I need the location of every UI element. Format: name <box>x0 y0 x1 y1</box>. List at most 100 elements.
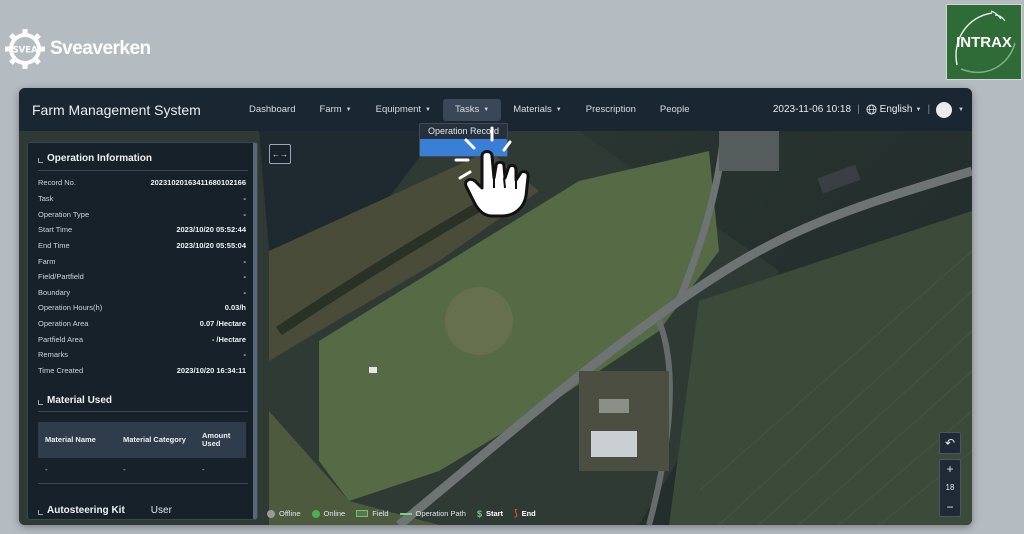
info-value: 2023/10/20 05:52:44 <box>176 225 246 235</box>
info-label: Field/Partfield <box>38 272 84 282</box>
path-line-icon <box>399 512 412 515</box>
globe-icon <box>866 104 877 115</box>
caret-down-icon: ▼ <box>483 106 490 113</box>
info-row: Remarks - <box>38 347 246 363</box>
sveaverken-brand-text: Sveaverken <box>50 38 151 59</box>
section-marker-icon <box>38 400 43 405</box>
table-cell: - <box>202 464 205 474</box>
table-row: - - - <box>38 458 246 480</box>
caret-down-icon: ▼ <box>915 106 922 113</box>
nav-materials[interactable]: Materials ▼ <box>501 99 574 121</box>
info-row: End Time 2023/10/20 05:55:04 <box>38 238 246 254</box>
nav-tasks[interactable]: Tasks ▼ <box>442 98 502 121</box>
nav-dashboard-label: Dashboard <box>249 104 296 115</box>
legend-label: Operation Path <box>415 509 466 518</box>
info-row: Record No. 2023102016341168010216​6 <box>38 175 246 191</box>
info-row: Task - <box>38 191 246 207</box>
info-label: Partfield Area <box>38 334 84 344</box>
user-avatar[interactable] <box>936 101 953 118</box>
online-dot-icon <box>311 509 320 518</box>
operation-info-rows: Record No. 2023102016341168010216​6 Task -… <box>38 175 246 378</box>
caret-down-icon: ▼ <box>555 106 562 113</box>
nav-people-label: People <box>659 104 690 115</box>
hand-pointer-icon <box>454 126 530 218</box>
info-row: Time Created 2023/10/20 16:34:11 <box>38 363 246 379</box>
autosteering-user-label: User <box>150 505 172 516</box>
info-row: Boundary - <box>38 284 246 300</box>
field-swatch-icon <box>356 510 369 517</box>
gear-logo-text: SVEA <box>12 46 38 56</box>
info-row: Field/Partfield - <box>38 269 246 285</box>
info-label: Boundary <box>38 287 71 297</box>
nav-farm[interactable]: Farm ▼ <box>307 99 363 121</box>
nav-prescription-label: Prescription <box>585 104 636 115</box>
info-value: - <box>243 350 247 360</box>
info-value: - <box>243 272 247 282</box>
info-value: - <box>243 209 247 219</box>
current-datetime: 2023-11-06 10:18 <box>772 104 852 115</box>
zoom-in-button[interactable]: + <box>946 460 953 478</box>
sveaverken-logo: SVEA Sveaverken <box>4 28 151 70</box>
legend-label: End <box>521 509 536 518</box>
nav-farm-label: Farm <box>319 104 342 115</box>
legend-operation-path: Operation Path <box>399 509 466 518</box>
expand-horizontal-icon[interactable]: ←→ <box>269 144 291 164</box>
caret-down-icon[interactable]: ▼ <box>958 107 964 113</box>
gear-logo-icon: SVEA <box>5 29 45 69</box>
caret-down-icon: ▼ <box>425 106 431 113</box>
topbar-right: 2023-11-06 10:18 | English ▼ | ▼ <box>773 88 964 131</box>
table-cell: - <box>45 464 48 474</box>
column-header: Material Name <box>45 435 96 444</box>
legend-field: Field <box>356 509 389 518</box>
separator: | <box>857 104 860 115</box>
language-selector[interactable]: English ▼ <box>866 104 922 115</box>
autosteering-title: Autosteering Kit <box>47 505 125 516</box>
legend-online: Online <box>311 509 346 518</box>
nav-dashboard[interactable]: Dashboard <box>237 99 307 121</box>
info-row: Operation Hours(h) 0.03/h <box>38 300 246 316</box>
info-value: 2023/10/20 05:55:04 <box>176 240 246 250</box>
legend-offline: Offline <box>267 509 301 518</box>
info-value: - <box>243 193 247 203</box>
info-row: Operation Type - <box>38 206 246 222</box>
intrax-logo: INTRAX <box>946 4 1022 80</box>
info-row: Start Time 2023/10/20 05:52:44 <box>38 222 246 238</box>
zoom-control: + 18 − <box>939 459 961 517</box>
divider <box>38 411 248 412</box>
info-label: Operation Hours(h) <box>38 303 103 313</box>
info-label: Record No. <box>38 178 76 188</box>
nav-people[interactable]: People <box>648 99 702 121</box>
info-label: Farm <box>38 256 56 266</box>
table-cell: - <box>123 464 126 474</box>
legend-end: ⟆ End <box>514 508 536 519</box>
zoom-out-button[interactable]: − <box>946 498 953 516</box>
nav-prescription[interactable]: Prescription <box>574 99 648 121</box>
undo-icon[interactable]: ↶ <box>939 432 961 454</box>
info-value: - /Hectare <box>211 334 246 344</box>
info-label: Remarks <box>38 350 69 360</box>
legend-label: Online <box>323 509 346 518</box>
caret-down-icon: ▼ <box>345 106 352 113</box>
nav-equipment-label: Equipment <box>375 104 422 115</box>
legend-label: Offline <box>279 509 301 518</box>
section-marker-icon <box>38 510 43 515</box>
divider <box>38 483 248 484</box>
info-row: Operation Area 0.07 /Hectare <box>38 316 246 332</box>
info-row: Partfield Area - /Hectare <box>38 331 246 347</box>
material-table: Material Name Material Category Amount U… <box>38 422 246 480</box>
panel-scrollbar[interactable] <box>253 143 257 519</box>
info-value: - <box>243 287 247 297</box>
end-marker-icon: ⟆ <box>514 508 518 518</box>
nav-equipment[interactable]: Equipment ▼ <box>364 99 443 121</box>
legend-label: Start <box>485 509 504 518</box>
info-label: Operation Type <box>38 209 90 219</box>
separator: | <box>927 104 931 115</box>
operation-info-heading: Operation Information <box>38 153 152 164</box>
material-table-header: Material Name Material Category Amount U… <box>38 422 246 458</box>
autosteering-heading: Autosteering Kit User <box>38 505 172 516</box>
legend-label: Field <box>372 509 389 518</box>
section-marker-icon <box>38 158 43 163</box>
info-label: Operation Area <box>38 319 89 329</box>
info-value: 2023102016341168010216​6 <box>150 178 246 188</box>
info-label: End Time <box>38 240 70 250</box>
